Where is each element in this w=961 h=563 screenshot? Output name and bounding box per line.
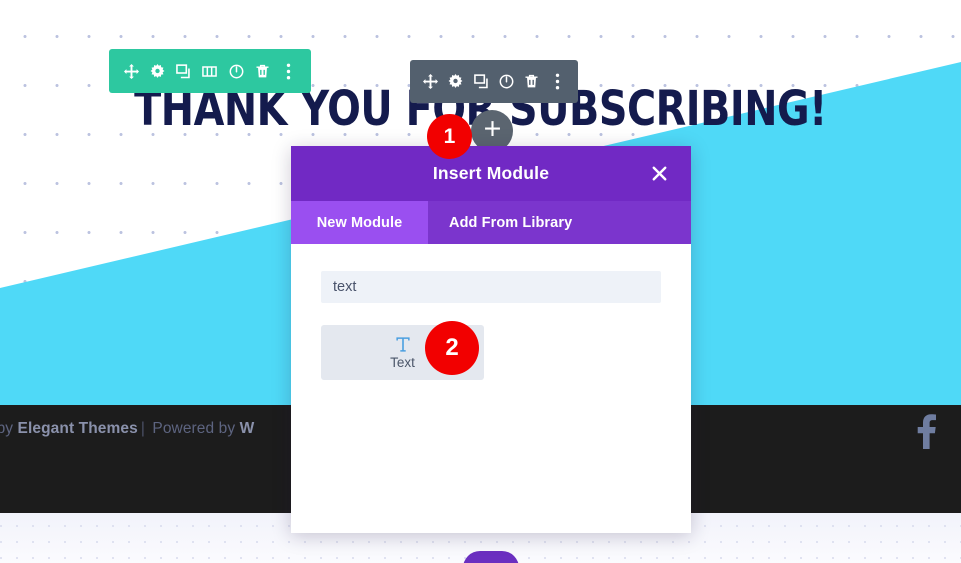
power-icon[interactable]: [494, 60, 519, 104]
trash-icon[interactable]: [249, 49, 275, 93]
row-toolbar[interactable]: [410, 60, 578, 103]
modal-title: Insert Module: [432, 163, 550, 183]
step-marker-2: 2: [425, 321, 479, 375]
footer-brand-link[interactable]: Elegant Themes: [18, 420, 138, 437]
move-icon[interactable]: [418, 60, 443, 104]
footer-credit-prefix: ned by: [0, 420, 14, 437]
move-icon[interactable]: [118, 49, 144, 93]
footer-powered-prefix: Powered by: [147, 420, 240, 437]
text-module-icon: [395, 336, 410, 353]
columns-icon[interactable]: [197, 49, 223, 93]
gear-icon[interactable]: [443, 60, 468, 104]
module-grid: Text: [321, 325, 661, 380]
modal-header: Insert Module: [291, 146, 691, 201]
close-icon[interactable]: [641, 146, 677, 201]
footer-separator: |: [140, 420, 145, 437]
more-vertical-icon[interactable]: [545, 60, 570, 104]
plus-icon: [484, 120, 501, 142]
search-input[interactable]: [321, 271, 661, 303]
module-card-label: Text: [390, 354, 415, 370]
step-marker-1: 1: [427, 114, 472, 159]
tab-add-from-library[interactable]: Add From Library: [428, 201, 691, 244]
facebook-icon[interactable]: [911, 414, 941, 450]
section-toolbar[interactable]: [109, 49, 311, 93]
gear-icon[interactable]: [144, 49, 170, 93]
power-icon[interactable]: [223, 49, 249, 93]
duplicate-icon[interactable]: [469, 60, 494, 104]
bottom-purple-button[interactable]: [463, 551, 519, 563]
tab-new-module[interactable]: New Module: [291, 201, 428, 244]
footer-powered-brand[interactable]: W: [240, 420, 255, 437]
screenshot-stage: THANK YOU FOR SUBSCRIBING! ned by Elegan…: [0, 0, 961, 563]
trash-icon[interactable]: [519, 60, 544, 104]
modal-body: Text: [291, 244, 691, 380]
insert-module-modal: Insert Module New Module Add From Librar…: [291, 146, 691, 533]
modal-tab-bar: New Module Add From Library: [291, 201, 691, 244]
duplicate-icon[interactable]: [171, 49, 197, 93]
more-vertical-icon[interactable]: [276, 49, 302, 93]
